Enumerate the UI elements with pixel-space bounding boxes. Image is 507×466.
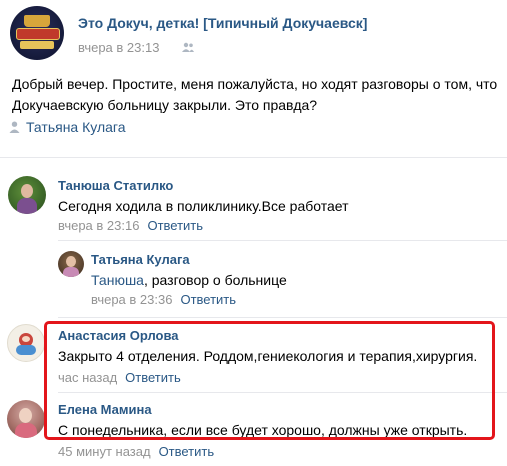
comment-time[interactable]: вчера в 23:16 xyxy=(58,218,139,233)
avatar[interactable] xyxy=(7,324,45,362)
post-author-link[interactable]: Татьяна Кулага xyxy=(26,119,125,135)
comment-text: Сегодня ходила в поликлинику.Все работае… xyxy=(58,198,349,214)
avatar-banner-shape xyxy=(16,28,60,40)
reply-button[interactable]: Ответить xyxy=(159,444,215,459)
comment-divider xyxy=(58,317,507,318)
comment-author-link[interactable]: Татьяна Кулага xyxy=(91,252,190,267)
avatar[interactable] xyxy=(58,251,84,277)
person-icon xyxy=(9,121,20,133)
comment-text: Танюша, разговор о больнице xyxy=(91,272,287,288)
reply-button[interactable]: Ответить xyxy=(147,218,203,233)
post-time[interactable]: вчера в 23:13 xyxy=(78,40,159,55)
comment-time[interactable]: 45 минут назад xyxy=(58,444,151,459)
people-icon xyxy=(182,42,194,52)
avatar-base-shape xyxy=(20,41,54,49)
avatar[interactable] xyxy=(7,400,45,438)
group-name-link[interactable]: Это Докуч, детка! [Типичный Докучаевск] xyxy=(78,15,367,31)
comment-meta: вчера в 23:36 Ответить xyxy=(91,292,236,307)
comments-divider xyxy=(0,157,507,158)
comment-time[interactable]: вчера в 23:36 xyxy=(91,292,172,307)
comment-meta: 45 минут назад Ответить xyxy=(58,444,214,459)
highlight-frame xyxy=(44,321,495,440)
comment-author-link[interactable]: Танюша Статилко xyxy=(58,178,173,193)
mention-link[interactable]: Танюша xyxy=(91,272,144,288)
post-text: Добрый вечер. Простите, меня пожалуйста,… xyxy=(12,76,498,113)
group-avatar[interactable] xyxy=(10,6,64,60)
avatar[interactable] xyxy=(8,176,46,214)
avatar-crown-shape xyxy=(24,15,50,27)
comment-divider xyxy=(58,240,507,241)
comment-meta: вчера в 23:16 Ответить xyxy=(58,218,203,233)
comment-text-body: , разговор о больнице xyxy=(143,272,287,288)
reply-button[interactable]: Ответить xyxy=(180,292,236,307)
